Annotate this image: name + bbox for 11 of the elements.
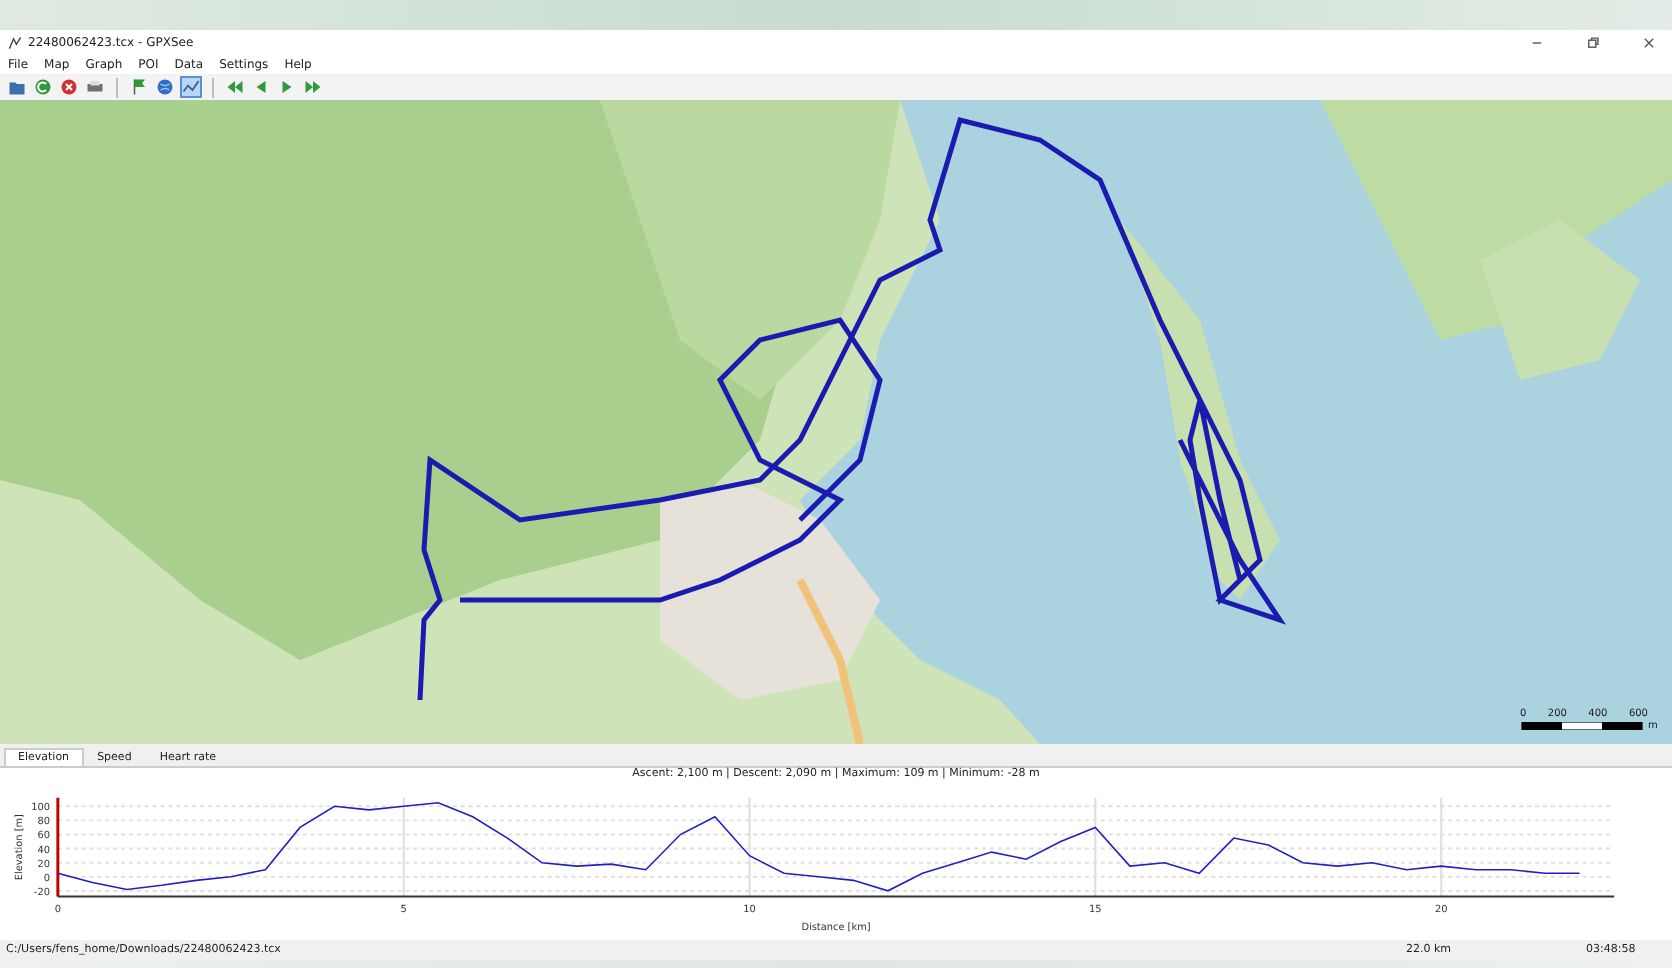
scale-bar bbox=[1520, 722, 1644, 730]
globe-icon[interactable] bbox=[154, 76, 176, 98]
print-icon[interactable] bbox=[84, 76, 106, 98]
minimize-icon[interactable] bbox=[1530, 36, 1544, 50]
restore-icon[interactable] bbox=[1586, 36, 1600, 50]
close-icon[interactable] bbox=[58, 76, 80, 98]
graph-icon[interactable] bbox=[180, 76, 202, 98]
reload-icon[interactable] bbox=[32, 76, 54, 98]
flag-icon[interactable] bbox=[128, 76, 150, 98]
app-icon bbox=[8, 36, 22, 50]
close-icon[interactable] bbox=[1642, 36, 1656, 50]
